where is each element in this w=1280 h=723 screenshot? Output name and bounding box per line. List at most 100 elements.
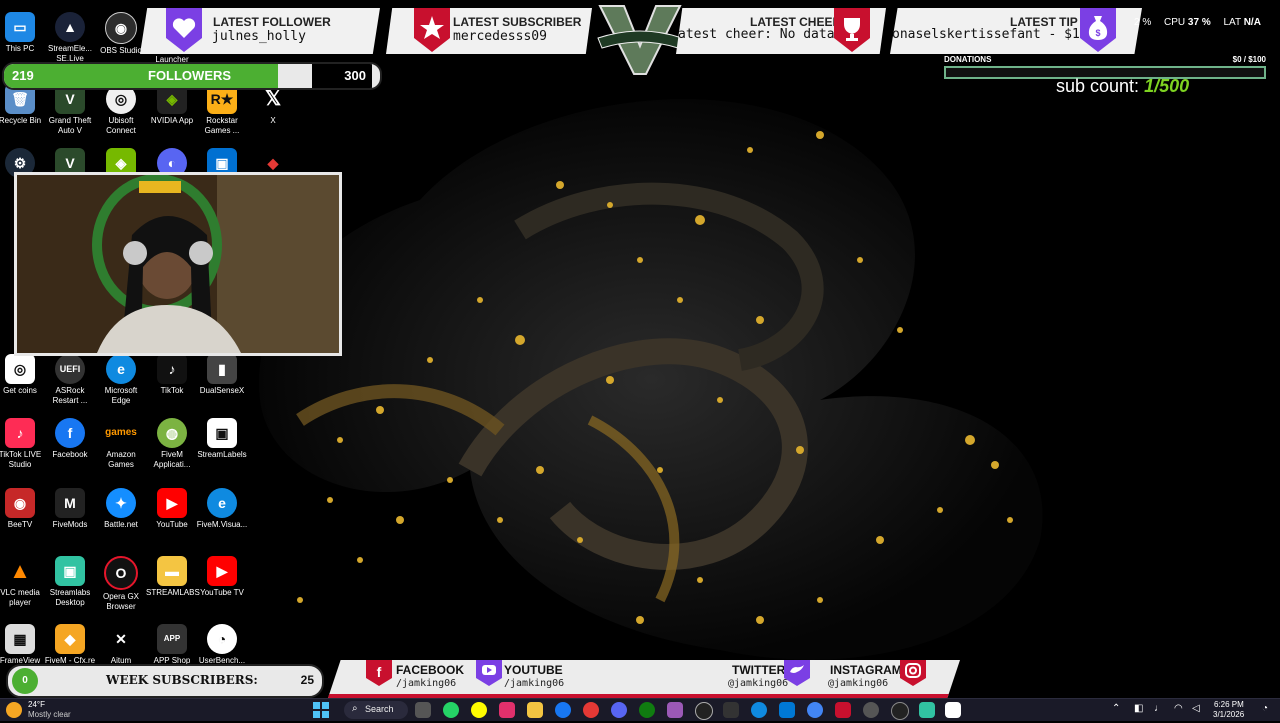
app-icon-white[interactable] [945, 702, 961, 718]
streamlabels-icon: ▣ [207, 418, 237, 448]
desktop-icon-fivemods[interactable]: M FiveMods [44, 488, 96, 530]
desktop-icon-asrock[interactable]: UEFI ASRock Restart ... [44, 354, 96, 406]
snapchat-icon[interactable] [471, 702, 487, 718]
uefi-icon: UEFI [55, 354, 85, 384]
desktop-icon-streamlabs-desktop[interactable]: ▣ Streamlabs Desktop [44, 556, 96, 608]
trophy-icon [834, 8, 870, 52]
app-icon-purple[interactable] [667, 702, 683, 718]
webcam-feed [14, 172, 342, 356]
rocket-icon: ▲ [55, 12, 85, 42]
webcam-streamer-image [17, 175, 339, 353]
tiktok-icon: ♪ [157, 354, 187, 384]
start-button[interactable] [313, 702, 329, 718]
gta-v-logo [597, 5, 683, 75]
chrome-icon[interactable] [807, 702, 823, 718]
app-shop-icon: APP [157, 624, 187, 654]
terminal-icon[interactable] [723, 702, 739, 718]
social-name-twitter: TWITTER [732, 663, 786, 677]
youtube-tv-icon: ▶ [207, 556, 237, 586]
streamlabs-icon[interactable] [919, 702, 935, 718]
gauge-icon[interactable] [863, 702, 879, 718]
desktop-icon-userbenchmark[interactable]: ◔ UserBench... [196, 624, 248, 666]
latest-subscriber-name: mercedesss09 [453, 29, 547, 44]
social-handle-facebook[interactable]: /jamking06 [396, 678, 456, 689]
file-explorer-icon[interactable] [527, 702, 543, 718]
desktop-icon-tiktok-live-studio[interactable]: ♪ TikTok LIVE Studio [0, 418, 46, 470]
edge-icon[interactable] [751, 702, 767, 718]
clock-time[interactable]: 6:26 PM [1214, 700, 1244, 709]
desktop-icon-obs-studio[interactable]: ◉ OBS Studio [95, 12, 147, 56]
desktop-icon-vlc[interactable]: ▲ VLC media player [0, 556, 46, 608]
app-icon-game[interactable] [835, 702, 851, 718]
frameview-icon: ▦ [5, 624, 35, 654]
desktop-icon-fivem-application[interactable]: ◍ FiveM Applicati... [146, 418, 198, 470]
donations-label: DONATIONS [944, 55, 992, 64]
outlook-icon[interactable] [779, 702, 795, 718]
desktop-icon-youtube[interactable]: ▶ YouTube [146, 488, 198, 530]
streamlabs-icon: ▣ [55, 556, 85, 586]
desktop-icon-gta-v[interactable]: V Grand Theft Auto V [44, 84, 96, 136]
desktop-icon-facebook[interactable]: f Facebook [44, 418, 96, 460]
edge-icon: e [106, 354, 136, 384]
desktop-icon-frameview[interactable]: ▦ FrameView [0, 624, 46, 666]
chevron-up-icon[interactable]: ⌃ [1112, 703, 1120, 714]
desktop-icon-x[interactable]: 𝕏 X [247, 84, 299, 126]
desktop-icon-rockstar-games[interactable]: R★ Rockstar Games ... [196, 84, 248, 136]
windows-logo-icon [313, 702, 329, 718]
twitter-icon [784, 660, 810, 686]
desktop-icon-battle-net[interactable]: ✦ Battle.net [95, 488, 147, 530]
desktop-icon-streamlabels[interactable]: ▣ StreamLabels [196, 418, 248, 460]
latest-tip-value: onaselskertissefant - $1 [892, 27, 1080, 42]
social-handle-instagram[interactable]: @jamking06 [828, 678, 888, 689]
gauge-icon: ◔ [207, 624, 237, 654]
desktop-icon-get-coins[interactable]: ◎ Get coins [0, 354, 46, 396]
weather-icon[interactable] [6, 702, 22, 718]
obs-icon-2[interactable] [891, 702, 909, 720]
desktop-icon-dualsensex[interactable]: ▮ DualSenseX [196, 354, 248, 396]
clock-date[interactable]: 3/1/2026 [1213, 710, 1244, 719]
week-subs-value: 25 [300, 673, 314, 687]
facebook-icon[interactable] [555, 702, 571, 718]
whatsapp-icon[interactable] [443, 702, 459, 718]
obs-icon[interactable] [695, 702, 713, 720]
desktop-icon-amazon-games[interactable]: games Amazon Games [95, 418, 147, 470]
desktop-icon-ubisoft-connect[interactable]: ◎ Ubisoft Connect [95, 84, 147, 136]
week-subs-count-circle: 0 [12, 668, 38, 694]
latest-follower-name: julnes_holly [212, 29, 306, 44]
task-view-icon[interactable] [415, 702, 431, 718]
edge-icon: e [207, 488, 237, 518]
followers-goal-fill [4, 64, 279, 88]
star-icon [414, 8, 450, 52]
desktop-icon-aitum[interactable]: ✕ Aitum [95, 624, 147, 666]
week-subscribers-bar: 0 WEEK SUBSCRIBERS: 25 [6, 664, 324, 698]
social-handle-twitter[interactable]: @jamking06 [728, 678, 788, 689]
desktop-icon-streamelements[interactable]: ▲ StreamEle... SE.Live [44, 12, 96, 64]
opera-gx-icon: O [104, 556, 138, 590]
desktop-icon-nvidia-app[interactable]: ◈ NVIDIA App [146, 84, 198, 126]
xbox-icon[interactable] [639, 702, 655, 718]
desktop-icon-streamlabs-folder[interactable]: ▬ STREAMLABS [146, 556, 200, 598]
folder-icon: ▬ [157, 556, 187, 586]
volume-icon[interactable]: ◁ [1192, 703, 1200, 714]
desktop-icon-tiktok[interactable]: ♪ TikTok [146, 354, 198, 396]
microphone-icon[interactable]: ♩ [1154, 703, 1164, 714]
socials-bar: FACEBOOK /jamking06 YOUTUBE /jamking06 T… [328, 660, 960, 698]
network-icon[interactable]: ◧ [1134, 703, 1143, 714]
facebook-icon: f [366, 660, 392, 686]
desktop-icon-recycle-bin[interactable]: 🗑 Recycle Bin [0, 84, 46, 126]
desktop-icon-opera-gx[interactable]: O Opera GX Browser [95, 556, 147, 612]
notification-bell-icon[interactable]: ◔ [1262, 703, 1268, 714]
taskbar-search-box[interactable]: ⌕ Search [344, 701, 408, 719]
social-handle-youtube[interactable]: /jamking06 [504, 678, 564, 689]
discord-icon[interactable] [611, 702, 627, 718]
latency-value: N/A [1243, 17, 1261, 28]
desktop-icon-edge[interactable]: e Microsoft Edge [95, 354, 147, 406]
wifi-icon[interactable]: ◠ [1174, 703, 1183, 714]
desktop-icon-app-shop[interactable]: APP APP Shop [146, 624, 198, 666]
instagram-icon[interactable] [499, 702, 515, 718]
desktop-icon-this-pc[interactable]: ▭ This PC [0, 12, 46, 54]
desktop-icon-beetv[interactable]: ◉ BeeTV [0, 488, 46, 530]
app-icon-red[interactable] [583, 702, 599, 718]
desktop-icon-youtube-tv[interactable]: ▶ YouTube TV [196, 556, 248, 598]
desktop-icon-fivem-visual[interactable]: e FiveM.Visua... [196, 488, 248, 530]
